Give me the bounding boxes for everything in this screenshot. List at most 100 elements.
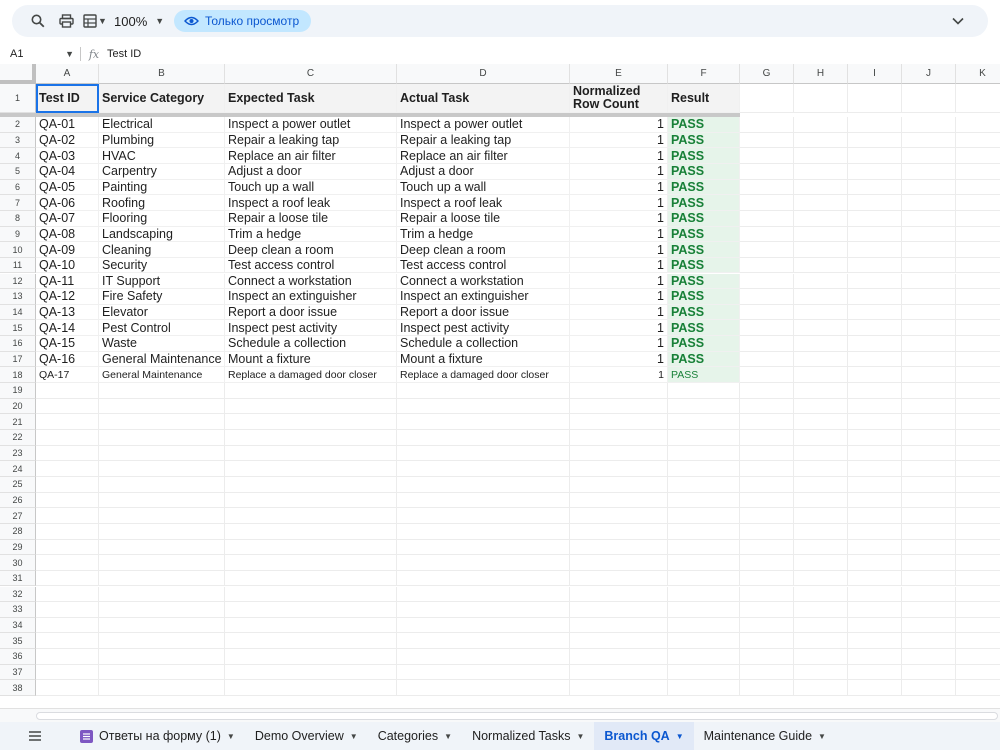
empty-cell[interactable]: [902, 195, 956, 211]
empty-cell[interactable]: [956, 258, 1000, 274]
sheet-tab-1[interactable]: Demo Overview ▼: [245, 722, 368, 750]
empty-cell[interactable]: [397, 430, 570, 446]
table-cell[interactable]: 1: [570, 351, 668, 368]
empty-cell[interactable]: [848, 179, 902, 196]
table-cell[interactable]: Repair a leaking tap: [397, 132, 570, 149]
table-cell[interactable]: Inspect a power outlet: [397, 117, 570, 133]
table-cell[interactable]: Test access control: [397, 257, 570, 274]
empty-cell[interactable]: [36, 492, 99, 509]
empty-cell[interactable]: [36, 617, 99, 634]
result-cell[interactable]: PASS: [668, 226, 740, 243]
empty-cell[interactable]: [902, 664, 956, 681]
empty-cell[interactable]: [225, 602, 397, 618]
empty-cell[interactable]: [570, 398, 668, 415]
empty-cell[interactable]: [848, 680, 902, 697]
chevron-down-icon[interactable]: ▼: [818, 732, 826, 741]
empty-cell[interactable]: [956, 461, 1000, 477]
empty-cell[interactable]: [668, 414, 740, 430]
empty-cell[interactable]: [740, 226, 794, 243]
empty-cell[interactable]: [902, 210, 956, 227]
empty-cell[interactable]: [740, 336, 794, 352]
result-cell[interactable]: PASS: [668, 273, 740, 290]
empty-cell[interactable]: [740, 273, 794, 290]
table-cell[interactable]: Inspect pest activity: [397, 320, 570, 337]
table-cell[interactable]: Inspect an extinguisher: [397, 289, 570, 305]
empty-cell[interactable]: [397, 680, 570, 697]
table-cell[interactable]: Inspect a power outlet: [225, 117, 397, 133]
empty-cell[interactable]: [902, 476, 956, 493]
table-cell[interactable]: Schedule a collection: [397, 336, 570, 352]
result-cell[interactable]: PASS: [668, 257, 740, 274]
empty-cell[interactable]: [848, 84, 902, 113]
empty-cell[interactable]: [668, 398, 740, 415]
table-cell[interactable]: QA-04: [36, 163, 99, 180]
row-header-3[interactable]: 3: [0, 132, 36, 149]
column-header-k[interactable]: K: [956, 64, 1000, 84]
column-header-b[interactable]: B: [99, 64, 225, 84]
empty-cell[interactable]: [397, 508, 570, 524]
row-header-19[interactable]: 19: [0, 383, 36, 399]
chevron-down-icon[interactable]: ▼: [350, 732, 358, 741]
table-cell[interactable]: Repair a leaking tap: [225, 132, 397, 149]
empty-cell[interactable]: [848, 555, 902, 571]
empty-cell[interactable]: [848, 273, 902, 290]
table-cell[interactable]: Landscaping: [99, 226, 225, 243]
result-cell[interactable]: PASS: [668, 210, 740, 227]
empty-cell[interactable]: [794, 508, 848, 524]
empty-cell[interactable]: [225, 633, 397, 650]
empty-cell[interactable]: [848, 461, 902, 477]
empty-cell[interactable]: [794, 476, 848, 493]
empty-cell[interactable]: [225, 430, 397, 446]
empty-cell[interactable]: [36, 555, 99, 571]
empty-cell[interactable]: [794, 602, 848, 618]
empty-cell[interactable]: [956, 117, 1000, 133]
empty-cell[interactable]: [956, 84, 1000, 113]
row-header-10[interactable]: 10: [0, 242, 36, 258]
table-cell[interactable]: Replace a damaged door closer: [397, 367, 570, 384]
empty-cell[interactable]: [902, 304, 956, 321]
table-cell[interactable]: 1: [570, 132, 668, 149]
empty-cell[interactable]: [794, 445, 848, 462]
empty-cell[interactable]: [794, 304, 848, 321]
empty-cell[interactable]: [902, 680, 956, 697]
row-header-12[interactable]: 12: [0, 273, 36, 290]
table-cell[interactable]: Schedule a collection: [225, 336, 397, 352]
empty-cell[interactable]: [397, 445, 570, 462]
empty-cell[interactable]: [902, 117, 956, 133]
empty-cell[interactable]: [794, 680, 848, 697]
result-cell[interactable]: PASS: [668, 289, 740, 305]
empty-cell[interactable]: [397, 555, 570, 571]
empty-cell[interactable]: [740, 148, 794, 164]
empty-cell[interactable]: [99, 570, 225, 587]
empty-cell[interactable]: [668, 602, 740, 618]
empty-cell[interactable]: [225, 570, 397, 587]
empty-cell[interactable]: [570, 508, 668, 524]
empty-cell[interactable]: [570, 383, 668, 399]
table-cell[interactable]: QA-15: [36, 336, 99, 352]
empty-cell[interactable]: [99, 586, 225, 603]
empty-cell[interactable]: [99, 398, 225, 415]
empty-cell[interactable]: [794, 242, 848, 258]
row-header-35[interactable]: 35: [0, 633, 36, 650]
empty-cell[interactable]: [794, 555, 848, 571]
empty-cell[interactable]: [902, 226, 956, 243]
row-header-18[interactable]: 18: [0, 367, 36, 384]
empty-cell[interactable]: [740, 414, 794, 430]
empty-cell[interactable]: [36, 414, 99, 430]
table-cell[interactable]: 1: [570, 179, 668, 196]
empty-cell[interactable]: [225, 508, 397, 524]
empty-cell[interactable]: [956, 665, 1000, 681]
empty-cell[interactable]: [794, 461, 848, 477]
empty-cell[interactable]: [99, 602, 225, 618]
empty-cell[interactable]: [397, 570, 570, 587]
table-cell[interactable]: 1: [570, 336, 668, 352]
empty-cell[interactable]: [794, 570, 848, 587]
empty-cell[interactable]: [668, 617, 740, 634]
table-cell[interactable]: QA-14: [36, 320, 99, 337]
empty-cell[interactable]: [570, 633, 668, 650]
empty-cell[interactable]: [740, 320, 794, 337]
empty-cell[interactable]: [956, 148, 1000, 164]
empty-cell[interactable]: [956, 195, 1000, 211]
empty-cell[interactable]: [902, 461, 956, 477]
header-cell-d[interactable]: Actual Task: [397, 84, 570, 113]
